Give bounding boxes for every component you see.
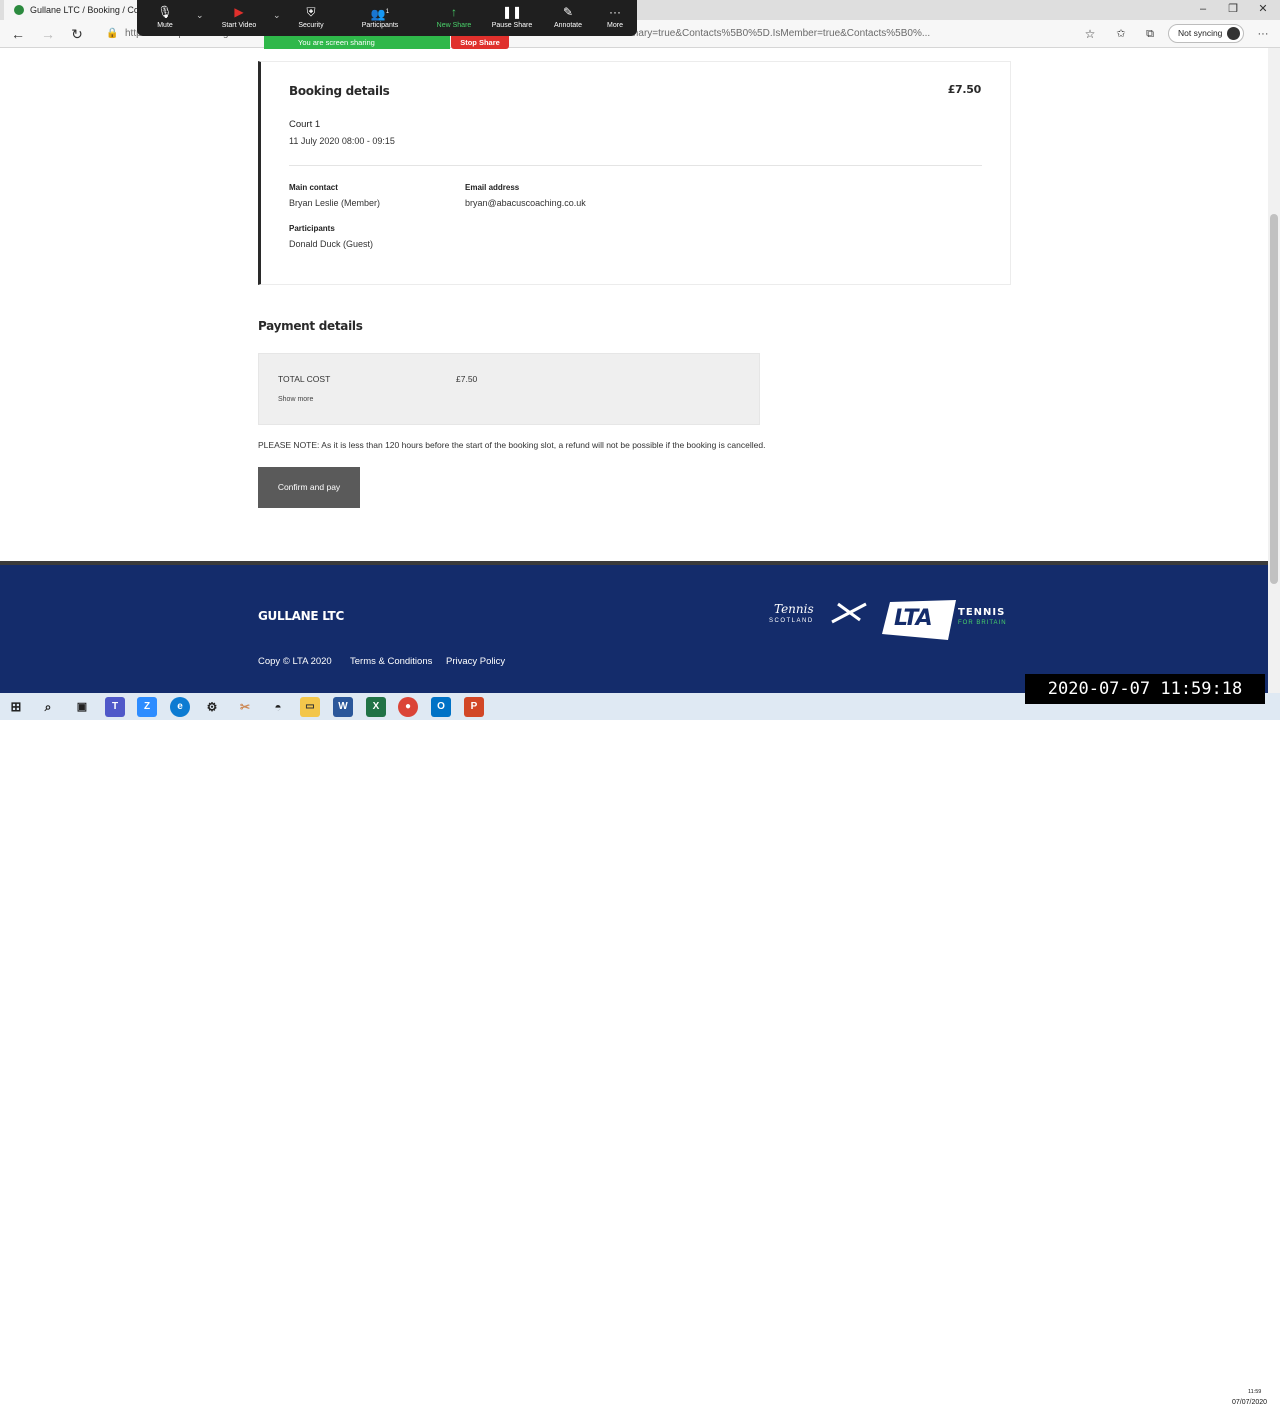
mute-options-chevron-icon[interactable]: ⌄ — [196, 10, 204, 21]
security-label: Security — [298, 22, 324, 29]
copyright-text: Copy © LTA 2020 — [258, 656, 332, 667]
excel-icon[interactable]: X — [366, 697, 386, 717]
shield-icon: ⛨ — [306, 5, 316, 19]
participants-count: 1 — [385, 9, 390, 15]
stop-share-label: Stop Share — [460, 38, 500, 47]
video-off-icon: ▶ — [234, 5, 244, 19]
pause-icon: ❚❚ — [501, 5, 523, 19]
payment-details-heading: Payment details — [258, 319, 363, 333]
start-video-button[interactable]: ▶ Start Video — [209, 3, 269, 33]
browser-tab[interactable]: Gullane LTC / Booking / Confirm — [4, 0, 154, 20]
participants-label: Participants — [361, 22, 399, 29]
total-cost-label: TOTAL COST — [278, 374, 331, 384]
new-share-button[interactable]: ↑ New Share — [424, 3, 484, 33]
tray-time[interactable]: 11:59 — [1248, 1389, 1261, 1395]
zoom-app-icon[interactable]: Z — [137, 697, 157, 717]
snip-tool-icon[interactable]: ✂ — [235, 697, 255, 717]
payment-summary-box: TOTAL COST £7.50 Show more — [258, 353, 760, 425]
photos-icon[interactable]: ◓ — [268, 697, 288, 717]
screen-sharing-indicator[interactable]: You are screen sharing — [264, 36, 450, 49]
word-icon[interactable]: W — [333, 697, 353, 717]
lta-tennis-logo[interactable]: LTA TENNIS FOR BRITAIN — [882, 598, 1012, 642]
sync-button[interactable]: Not syncing — [1168, 24, 1244, 43]
mute-label: Mute — [157, 22, 173, 29]
minimize-button[interactable]: – — [1188, 0, 1218, 18]
profile-avatar — [1227, 27, 1240, 40]
participants-icon: 👥1 — [370, 7, 390, 21]
more-button[interactable]: ··· More — [585, 3, 645, 33]
security-button[interactable]: ⛨ Security — [281, 3, 341, 33]
site-favicon-icon — [14, 5, 24, 15]
new-share-label: New Share — [436, 22, 472, 29]
show-more-link[interactable]: Show more — [278, 396, 313, 403]
settings-gear-icon[interactable]: ⚙ — [202, 697, 222, 717]
close-window-button[interactable]: ✕ — [1248, 0, 1278, 18]
participants-value: Donald Duck (Guest) — [289, 239, 374, 249]
participants-label: Participants — [289, 224, 335, 233]
microphone-icon: 🎙 — [157, 5, 173, 19]
participants-button[interactable]: 👥1 Participants — [350, 3, 410, 33]
teams-icon[interactable]: T — [105, 697, 125, 717]
powerpoint-icon[interactable]: P — [464, 697, 484, 717]
refresh-button[interactable]: ↻ — [67, 24, 87, 44]
chrome-icon[interactable]: ● — [398, 697, 418, 717]
scrollbar-thumb[interactable] — [1270, 214, 1278, 584]
mute-button[interactable]: 🎙 Mute — [135, 3, 195, 33]
refund-note: PLEASE NOTE: As it is less than 120 hour… — [258, 440, 766, 450]
terms-link[interactable]: Terms & Conditions — [350, 656, 432, 667]
stop-share-button[interactable]: Stop Share — [451, 36, 509, 49]
booking-details-heading: Booking details — [289, 84, 390, 98]
sync-label: Not syncing — [1178, 28, 1223, 38]
edge-browser-icon[interactable]: e — [170, 697, 190, 717]
booking-details-card: Booking details £7.50 Court 1 11 July 20… — [258, 61, 1011, 285]
pause-share-button[interactable]: ❚❚ Pause Share — [482, 3, 542, 33]
court-name: Court 1 — [289, 119, 321, 130]
share-screen-icon: ↑ — [451, 5, 457, 19]
total-cost-value: £7.50 — [456, 374, 478, 384]
pause-share-label: Pause Share — [491, 22, 533, 29]
restore-button[interactable]: ❐ — [1218, 0, 1248, 18]
main-contact-label: Main contact — [289, 183, 338, 192]
confirm-and-pay-button[interactable]: Confirm and pay — [258, 467, 360, 508]
booking-price: £7.50 — [947, 83, 982, 96]
task-view-icon[interactable]: ▣ — [72, 697, 92, 717]
recording-timestamp-overlay: 2020-07-07 11:59:18 — [1025, 674, 1265, 704]
email-label: Email address — [465, 183, 520, 192]
favorites-list-icon[interactable]: ✩ — [1111, 24, 1131, 44]
search-icon[interactable]: ⌕ — [38, 697, 58, 717]
email-value: bryan@abacuscoaching.co.uk — [465, 198, 586, 208]
outlook-icon[interactable]: O — [431, 697, 451, 717]
main-contact-value: Bryan Leslie (Member) — [289, 198, 381, 208]
page-scrollbar[interactable] — [1268, 48, 1280, 693]
tray-date[interactable]: 07/07/2020 — [1232, 1399, 1267, 1406]
forward-button[interactable]: → — [38, 24, 58, 44]
booking-datetime: 11 July 2020 08:00 - 09:15 — [289, 136, 395, 146]
tennis-scotland-logo[interactable]: Tennis SCOTLAND — [768, 602, 872, 630]
footer-club-name[interactable]: GULLANE LTC — [258, 609, 344, 623]
favorite-star-icon[interactable]: ☆ — [1080, 24, 1100, 44]
more-dots-icon: ··· — [609, 5, 621, 19]
windows-start-icon[interactable]: ⊞ — [6, 697, 26, 717]
sharing-text: You are screen sharing — [298, 38, 375, 47]
more-label: More — [607, 22, 623, 29]
collections-icon[interactable]: ⧉ — [1140, 24, 1160, 44]
file-explorer-icon[interactable]: ▭ — [300, 697, 320, 717]
divider — [289, 165, 982, 166]
lock-icon: 🔒 — [106, 28, 119, 39]
browser-menu-icon[interactable]: ··· — [1253, 24, 1273, 44]
start-video-label: Start Video — [221, 22, 257, 29]
video-options-chevron-icon[interactable]: ⌄ — [273, 10, 281, 21]
zoom-share-toolbar: 🎙 Mute ⌄ ▶ Start Video ⌄ ⛨ Security 👥1 P… — [137, 0, 637, 36]
back-button[interactable]: ← — [8, 24, 28, 44]
privacy-link[interactable]: Privacy Policy — [446, 656, 505, 667]
